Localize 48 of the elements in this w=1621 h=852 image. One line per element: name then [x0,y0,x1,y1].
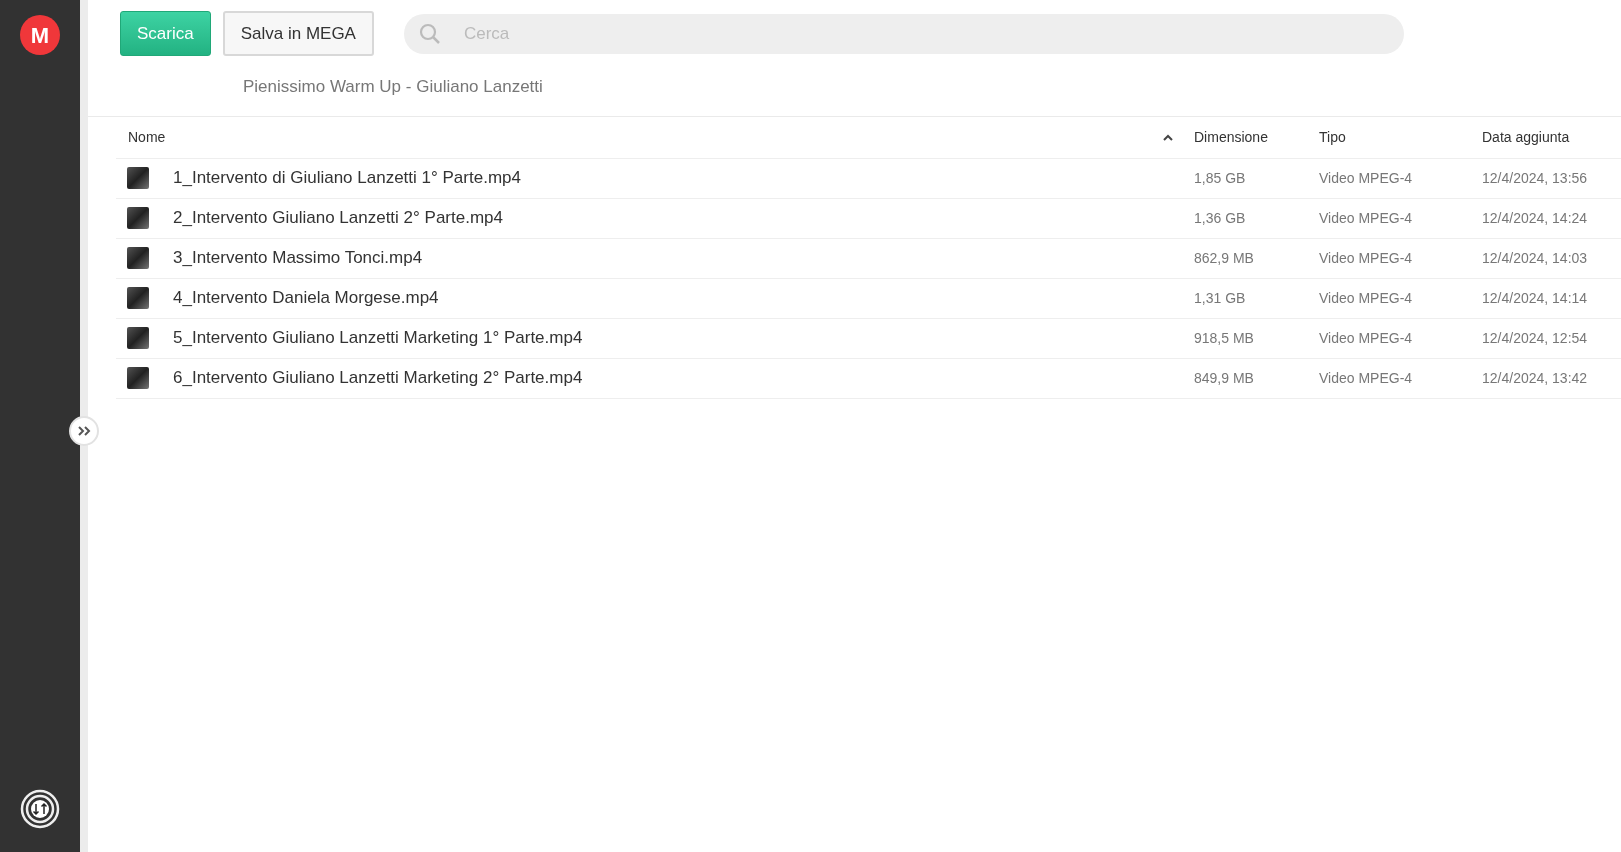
date-added: 12/4/2024, 13:56 [1482,168,1588,188]
date-added: 12/4/2024, 13:42 [1482,368,1588,388]
file-size: 1,85 GB [1194,168,1247,188]
search-icon [417,21,442,46]
file-row[interactable]: 5_Intervento Giuliano Lanzetti Marketing 1° Parte.mp4 918,5 MB Video MPEG-4 12/4/2024, 12:54 [116,318,1621,359]
file-row[interactable]: 3_Intervento Massimo Tonci.mp4 862,9 MB Video MPEG-4 12/4/2024, 14:03 [116,238,1621,279]
file-size: 862,9 MB [1194,248,1255,268]
file-row[interactable]: 2_Intervento Giuliano Lanzetti 2° Parte.mp4 1,36 GB Video MPEG-4 12/4/2024, 14:24 [116,198,1621,239]
file-type: Video MPEG-4 [1319,248,1414,268]
column-header[interactable]: Tipo [1319,126,1482,148]
date-added: 12/4/2024, 12:54 [1482,328,1588,348]
video-thumbnail [127,327,149,349]
file-type: Video MPEG-4 [1319,288,1414,308]
file-size: 1,36 GB [1194,208,1247,228]
file-name: 2_Intervento Giuliano Lanzetti 2° Parte.mp4 [173,207,503,230]
double-chevron-right-icon [77,426,91,436]
date-added: 12/4/2024, 14:24 [1482,208,1588,228]
folder-title: Pienissimo Warm Up - Giuliano Lanzetti [243,77,543,96]
caret-up-icon[interactable] [1162,133,1174,141]
video-thumbnail [127,287,149,309]
column-header[interactable]: Dimensione [1194,126,1319,148]
video-thumbnail [127,167,149,189]
file-row[interactable]: 6_Intervento Giuliano Lanzetti Marketing 2° Parte.mp4 849,9 MB Video MPEG-4 12/4/2024, 13:42 [116,358,1621,399]
date-added: 12/4/2024, 14:03 [1482,248,1588,268]
file-type: Video MPEG-4 [1319,368,1414,388]
video-thumbnail [127,207,149,229]
logo[interactable]: M [20,15,60,55]
video-thumbnail [127,367,149,389]
file-type: Video MPEG-4 [1319,208,1414,228]
column-header[interactable]: Data aggiunta [1482,126,1570,148]
file-size: 849,9 MB [1194,368,1255,388]
file-name: 4_Intervento Daniela Morgese.mp4 [173,287,439,310]
file-name: 5_Intervento Giuliano Lanzetti Marketing 1° Parte.mp4 [173,327,583,350]
file-name: 3_Intervento Massimo Tonci.mp4 [173,247,423,270]
save-button[interactable]: Salva in MEGA [222,11,374,56]
file-row[interactable]: 4_Intervento Daniela Morgese.mp4 1,31 GB Video MPEG-4 12/4/2024, 14:14 [116,278,1621,319]
file-name: 6_Intervento Giuliano Lanzetti Marketing 2° Parte.mp4 [173,367,583,390]
date-added: 12/4/2024, 14:14 [1482,288,1588,308]
file-size: 918,5 MB [1194,328,1255,348]
transfer-icon[interactable] [20,789,60,829]
expand-sidebar-button[interactable] [69,416,99,446]
file-name: 1_Intervento di Giuliano Lanzetti 1° Parte.mp4 [173,167,521,190]
file-size: 1,31 GB [1194,288,1247,308]
file-type: Video MPEG-4 [1319,168,1414,188]
file-row[interactable]: 1_Intervento di Giuliano Lanzetti 1° Parte.mp4 1,85 GB Video MPEG-4 12/4/2024, 13:56 [116,158,1621,199]
column-header[interactable]: Nome [128,126,166,148]
video-thumbnail [127,247,149,269]
file-type: Video MPEG-4 [1319,328,1414,348]
